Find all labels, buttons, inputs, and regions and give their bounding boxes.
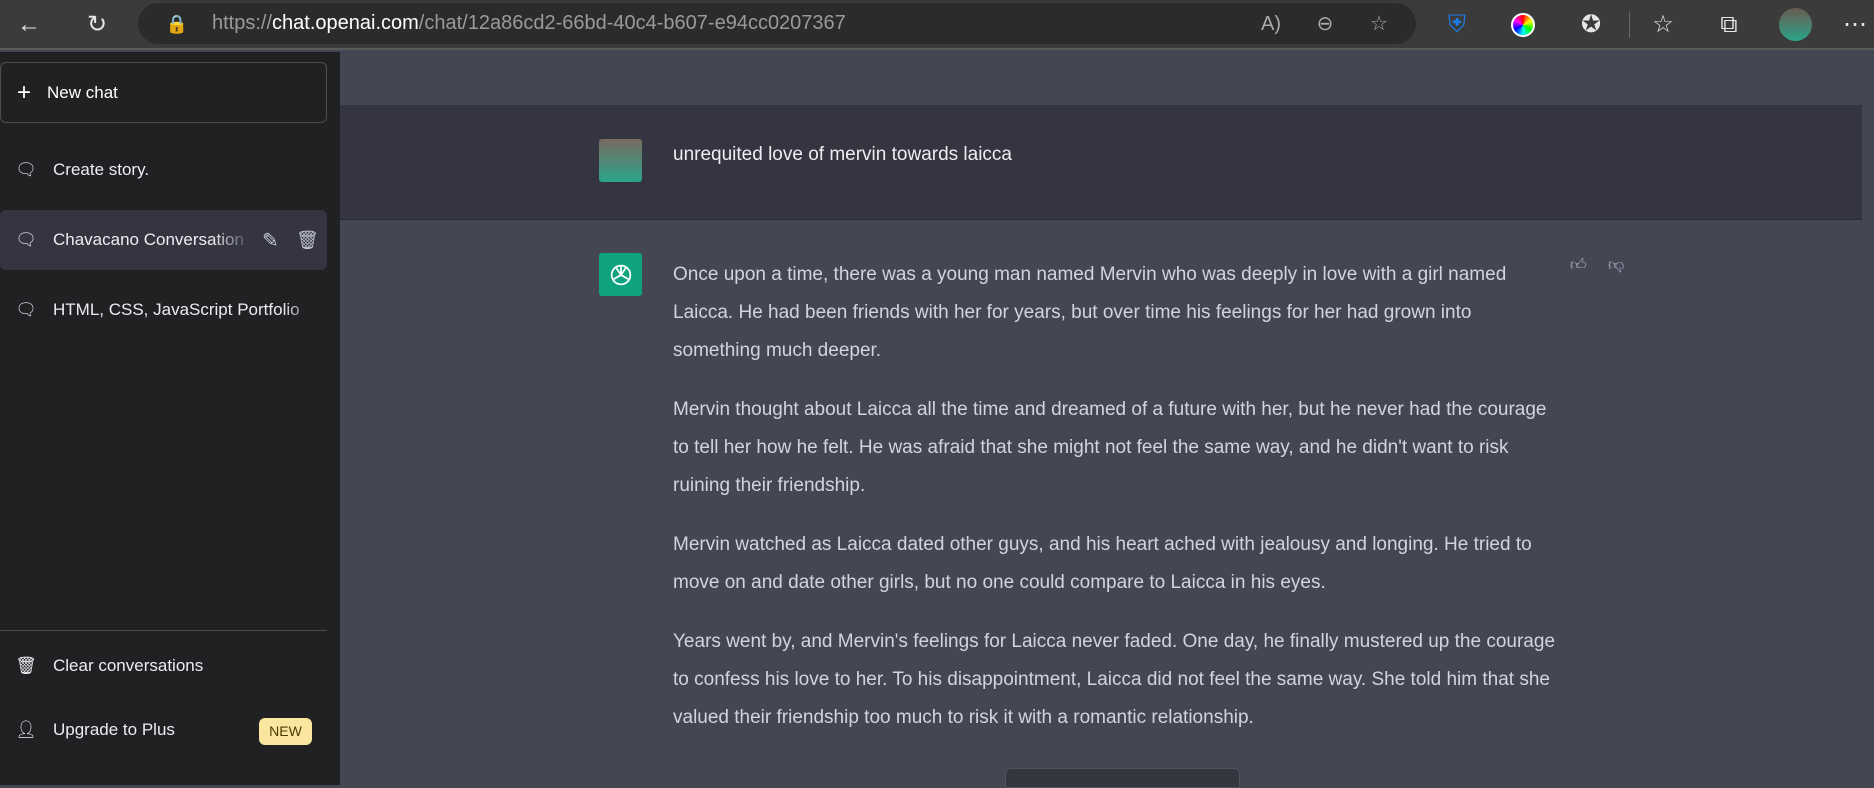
clear-label: Clear conversations — [53, 656, 204, 675]
user-message: unrequited love of mervin towards laicca — [340, 105, 1874, 220]
extensions-icon[interactable]: ✪ — [1576, 10, 1606, 40]
back-icon[interactable]: ← — [14, 10, 44, 40]
regenerate-button[interactable] — [1005, 768, 1240, 788]
favorites-icon[interactable]: ☆ — [1648, 10, 1678, 40]
toolbar-divider — [1629, 12, 1630, 38]
paragraph: Years went by, and Mervin's feelings for… — [673, 631, 1556, 728]
assistant-message: Once upon a time, there was a young man … — [340, 220, 1874, 785]
sidebar: + New chat 🗨︎ Create story. 🗨︎ Chavacano Co… — [0, 52, 340, 785]
sidebar-item-label: HTML, CSS, JavaScript Portfolio — [53, 300, 300, 319]
paragraph: Once upon a time, there was a young man … — [673, 264, 1507, 361]
url-host: chat.openai.com — [272, 12, 419, 34]
chat-bubble-icon: 🗨︎ — [15, 230, 37, 249]
assistant-text: Once upon a time, there was a young man … — [673, 256, 1558, 758]
profile-avatar[interactable] — [1779, 8, 1812, 41]
new-chat-button[interactable]: + New chat — [0, 62, 327, 123]
edit-icon[interactable]: ✎ — [262, 228, 279, 253]
address-bar[interactable]: 🔒 https://chat.openai.com/chat/12a86cd2-… — [138, 3, 1416, 44]
sidebar-divider — [0, 630, 327, 631]
url-text: https://chat.openai.com/chat/12a86cd2-66… — [212, 12, 846, 35]
scrollbar[interactable] — [1862, 52, 1874, 785]
new-badge: NEW — [259, 718, 312, 745]
user-message-text: unrequited love of mervin towards laicca — [673, 144, 1013, 165]
clear-conversations-button[interactable]: 🗑︎ Clear conversations — [0, 636, 327, 696]
add-favorite-icon[interactable]: ☆ — [1364, 9, 1394, 39]
user-avatar — [599, 139, 642, 182]
lock-icon[interactable]: 🔒 — [162, 9, 192, 39]
more-icon[interactable]: ⋯ — [1840, 10, 1870, 40]
thumbs-up-icon[interactable]: 👍︎ — [1570, 256, 1594, 280]
url-path: /chat/12a86cd2-66bd-40c4-b607-e94cc02073… — [418, 12, 846, 34]
user-icon: 👤︎ — [15, 720, 37, 739]
trash-icon[interactable]: 🗑︎ — [296, 230, 319, 251]
zoom-out-icon[interactable]: ⊖ — [1310, 9, 1340, 39]
color-picker-extension-icon[interactable] — [1508, 10, 1538, 40]
bitwarden-extension-icon[interactable]: ⛨ — [1442, 10, 1472, 40]
thumbs-down-icon[interactable]: 👎︎ — [1608, 256, 1632, 280]
paragraph: Mervin thought about Laicca all the time… — [673, 399, 1547, 496]
sidebar-item-label: Chavacano Conversation — [53, 230, 244, 249]
read-aloud-icon[interactable]: A) — [1256, 9, 1286, 39]
refresh-icon[interactable]: ↻ — [82, 10, 112, 40]
sidebar-item-create-story[interactable]: 🗨︎ Create story. — [0, 140, 327, 200]
upgrade-label: Upgrade to Plus — [53, 720, 175, 739]
plus-icon: + — [17, 78, 32, 106]
new-chat-label: New chat — [47, 82, 118, 102]
collections-icon[interactable]: ⧉ — [1714, 10, 1744, 40]
sidebar-item-html-portfolio[interactable]: 🗨︎ HTML, CSS, JavaScript Portfolio — [0, 280, 327, 340]
sidebar-item-chavacano[interactable]: 🗨︎ Chavacano Conversation ✎ 🗑︎ — [0, 210, 327, 270]
openai-logo-icon — [599, 253, 642, 296]
sidebar-item-label: Create story. — [53, 160, 150, 179]
chat-bubble-icon: 🗨︎ — [15, 300, 37, 319]
url-scheme: https:// — [212, 12, 273, 34]
top-band — [340, 52, 1874, 105]
chat-bubble-icon: 🗨︎ — [15, 160, 37, 179]
paragraph: Mervin watched as Laicca dated other guy… — [673, 534, 1532, 593]
trash-icon: 🗑︎ — [15, 656, 37, 675]
browser-toolbar: ← ↻ 🔒 https://chat.openai.com/chat/12a86… — [0, 0, 1874, 50]
